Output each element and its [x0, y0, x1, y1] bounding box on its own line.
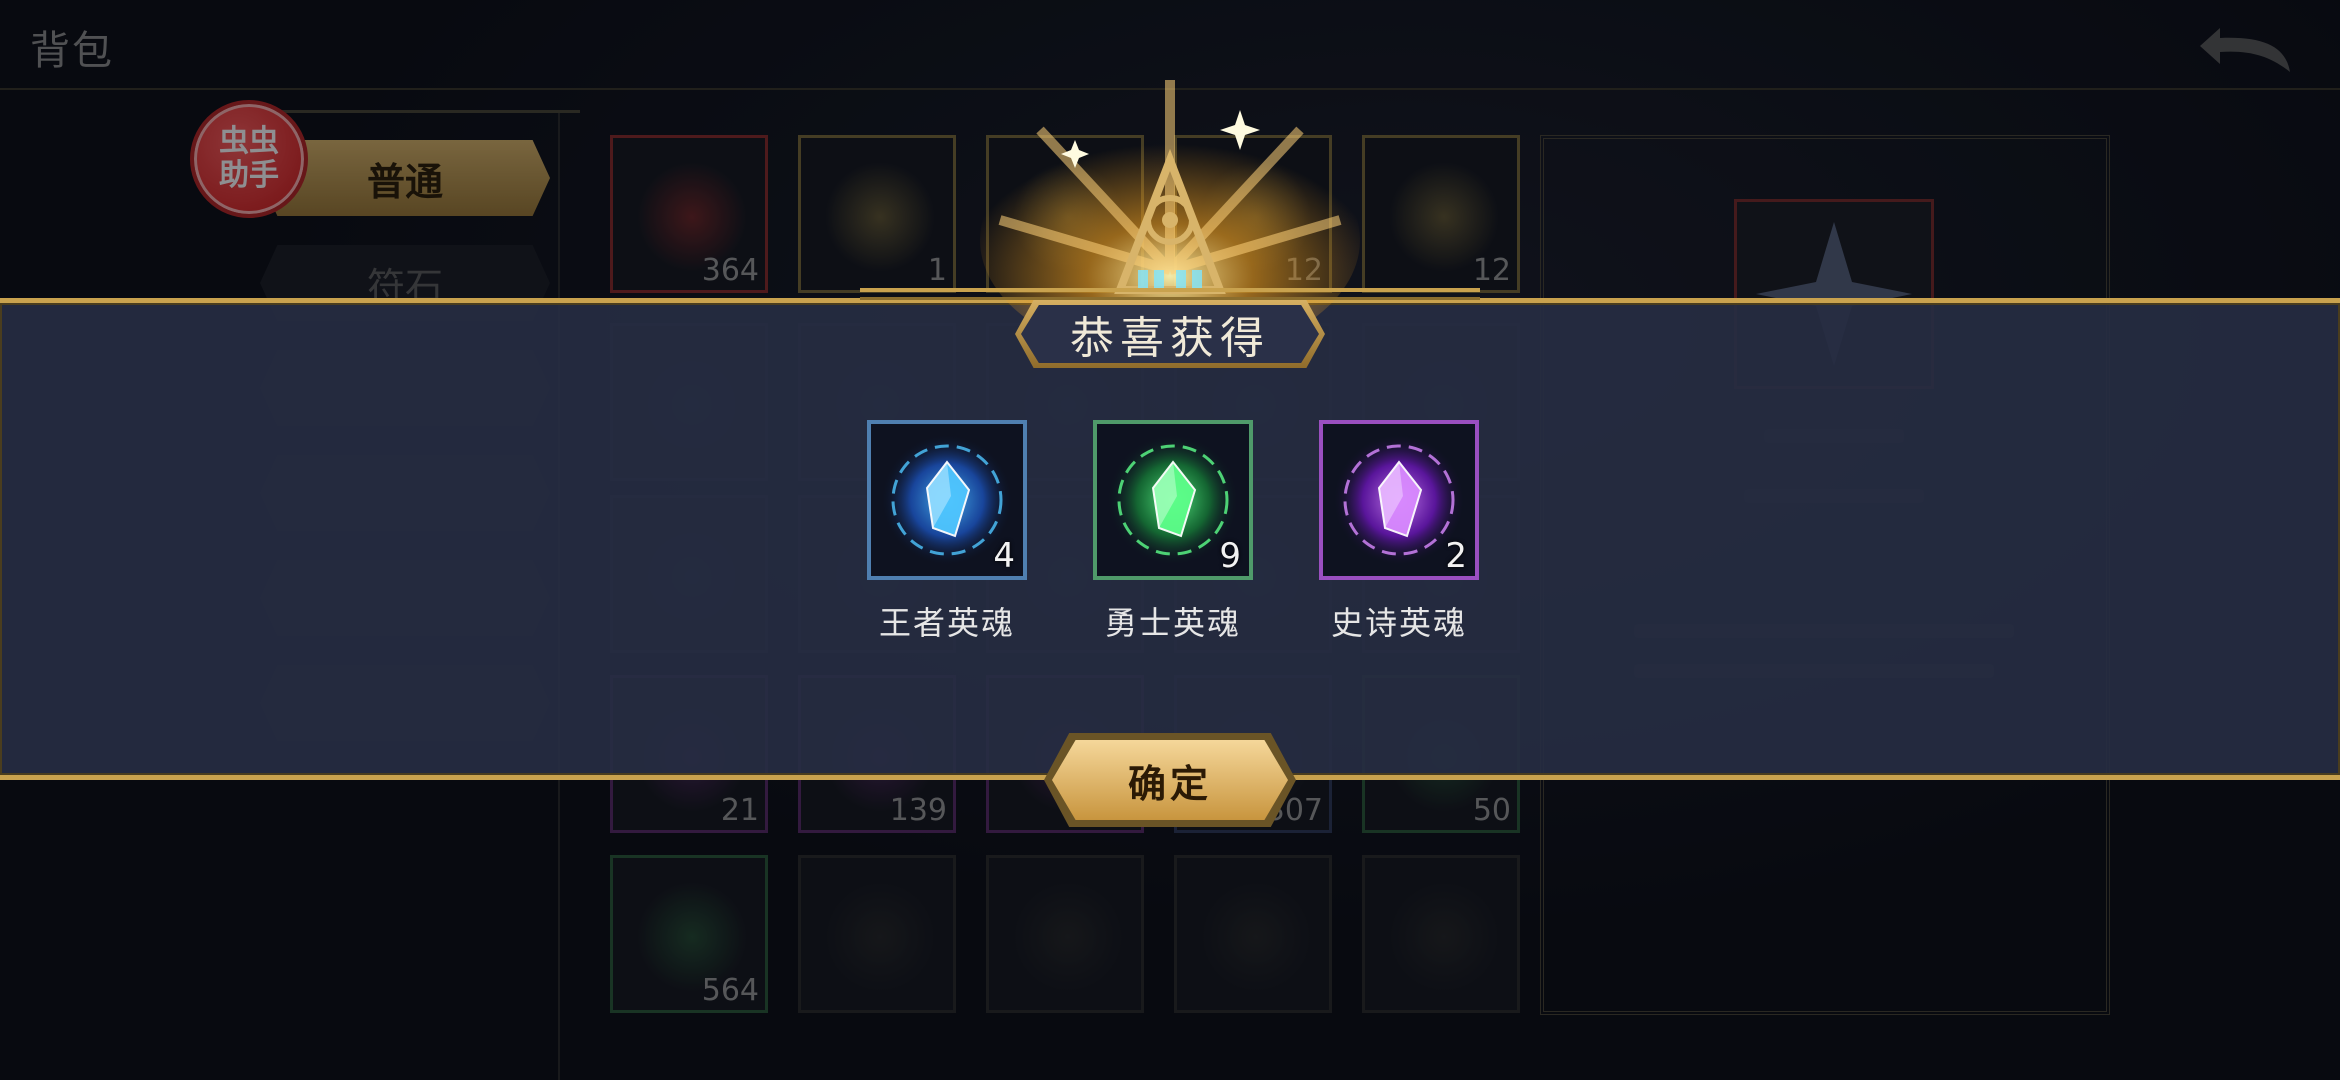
- hero-soul-gem-icon: 2: [1319, 420, 1479, 580]
- reward-name: 勇士英魂: [1104, 604, 1241, 642]
- reward-count: 9: [1219, 536, 1241, 576]
- confirm-button[interactable]: 确定: [1052, 740, 1288, 820]
- title-bar-ornament: [860, 288, 1480, 300]
- game-screen: 背包 普通 符石 虫虫助手 364112122113930750564: [0, 0, 2340, 1080]
- reward-count: 2: [1445, 536, 1467, 576]
- hero-soul-gem-icon: 9: [1093, 420, 1253, 580]
- reward-count: 4: [993, 536, 1015, 576]
- hero-soul-gem-icon: 4: [867, 420, 1027, 580]
- reward-name: 史诗英魂: [1330, 604, 1467, 642]
- reward-title: 恭喜获得: [1021, 305, 1319, 363]
- reward-item[interactable]: 2 史诗英魂: [1319, 420, 1479, 644]
- reward-item[interactable]: 9 勇士英魂: [1093, 420, 1253, 644]
- reward-name: 王者英魂: [878, 604, 1015, 642]
- reward-item[interactable]: 4 王者英魂: [867, 420, 1027, 644]
